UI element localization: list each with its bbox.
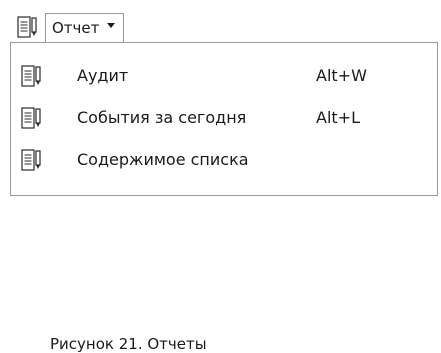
report-toolbar: Отчет: [13, 13, 165, 43]
figure-caption: Рисунок 21. Отчеты: [50, 335, 207, 353]
report-document-icon: [21, 65, 43, 89]
caret-down-icon: [107, 23, 116, 28]
menu-item-label: Содержимое списка: [77, 150, 249, 169]
menu-item-label: События за сегодня: [77, 108, 247, 127]
report-document-icon: [21, 107, 43, 131]
menu-item-audit[interactable]: Аудит Alt+W: [11, 57, 437, 95]
report-document-icon: [13, 13, 43, 43]
menu-item-list-contents[interactable]: Содержимое списка: [11, 141, 437, 179]
report-menu-button[interactable]: Отчет: [45, 13, 125, 43]
report-document-icon: [21, 149, 43, 173]
report-dropdown-menu: Аудит Alt+W События за сегодня Alt+L Сод…: [10, 42, 438, 196]
menu-item-label: Аудит: [77, 66, 129, 85]
menu-item-events-today[interactable]: События за сегодня Alt+L: [11, 99, 437, 137]
report-menu-label: Отчет: [52, 19, 100, 37]
menu-item-shortcut: Alt+W: [316, 66, 367, 85]
menu-item-shortcut: Alt+L: [316, 108, 360, 127]
